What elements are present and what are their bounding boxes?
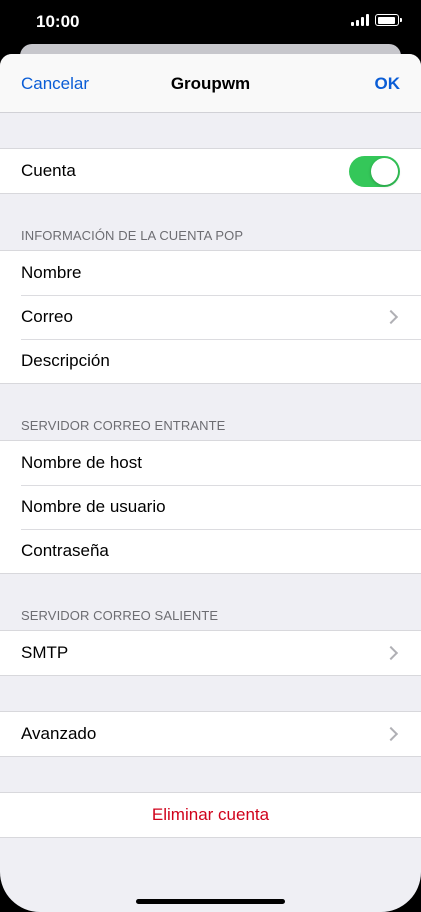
outgoing-section-header: SERVIDOR CORREO SALIENTE (21, 608, 219, 623)
hostname-row[interactable]: Nombre de host (0, 441, 421, 485)
signal-icon (351, 14, 369, 26)
outgoing-group: SMTP (0, 630, 421, 676)
pop-group: Nombre Correo Descripción (0, 250, 421, 384)
toggle-knob (371, 157, 398, 185)
chevron-right-icon (383, 309, 399, 325)
navigation-bar: Cancelar Groupwm OK (0, 54, 421, 113)
incoming-group: Nombre de host Nombre de usuario Contras… (0, 440, 421, 574)
notch (104, 0, 317, 32)
name-label: Nombre (21, 263, 82, 282)
chevron-right-icon (383, 726, 399, 742)
email-row[interactable]: Correo (0, 295, 421, 339)
account-toggle-row: Cuenta (0, 149, 421, 193)
status-bar: 10:00 (0, 0, 421, 44)
home-indicator (136, 899, 285, 904)
page-title: Groupwm (170, 74, 251, 93)
delete-account-button[interactable]: Eliminar cuenta (152, 805, 269, 825)
smtp-label: SMTP (21, 643, 69, 662)
name-row[interactable]: Nombre (0, 251, 421, 295)
account-sheet: Cancelar Groupwm OK Cuenta INFORMACIÓN D… (0, 54, 421, 912)
account-toggle[interactable] (349, 155, 400, 187)
advanced-group: Avanzado (0, 711, 421, 757)
advanced-row[interactable]: Avanzado (0, 712, 421, 756)
advanced-label: Avanzado (21, 724, 97, 743)
delete-group: Eliminar cuenta (0, 792, 421, 838)
incoming-section-header: SERVIDOR CORREO ENTRANTE (21, 418, 226, 433)
status-time: 10:00 (36, 12, 80, 31)
battery-icon (375, 14, 402, 26)
password-label: Contraseña (21, 541, 109, 560)
pop-section-header: INFORMACIÓN DE LA CUENTA POP (21, 228, 244, 243)
description-row[interactable]: Descripción (0, 339, 421, 383)
delete-account-row[interactable]: Eliminar cuenta (0, 793, 421, 837)
username-label: Nombre de usuario (21, 497, 166, 516)
ok-button[interactable]: OK (375, 74, 401, 94)
hostname-label: Nombre de host (21, 453, 142, 472)
smtp-row[interactable]: SMTP (0, 631, 421, 675)
status-icons (351, 14, 402, 26)
description-label: Descripción (21, 351, 110, 370)
chevron-right-icon (383, 645, 399, 661)
email-label: Correo (21, 307, 73, 326)
username-row[interactable]: Nombre de usuario (0, 485, 421, 529)
account-group: Cuenta (0, 148, 421, 194)
account-label: Cuenta (21, 161, 76, 180)
password-row[interactable]: Contraseña (0, 529, 421, 573)
